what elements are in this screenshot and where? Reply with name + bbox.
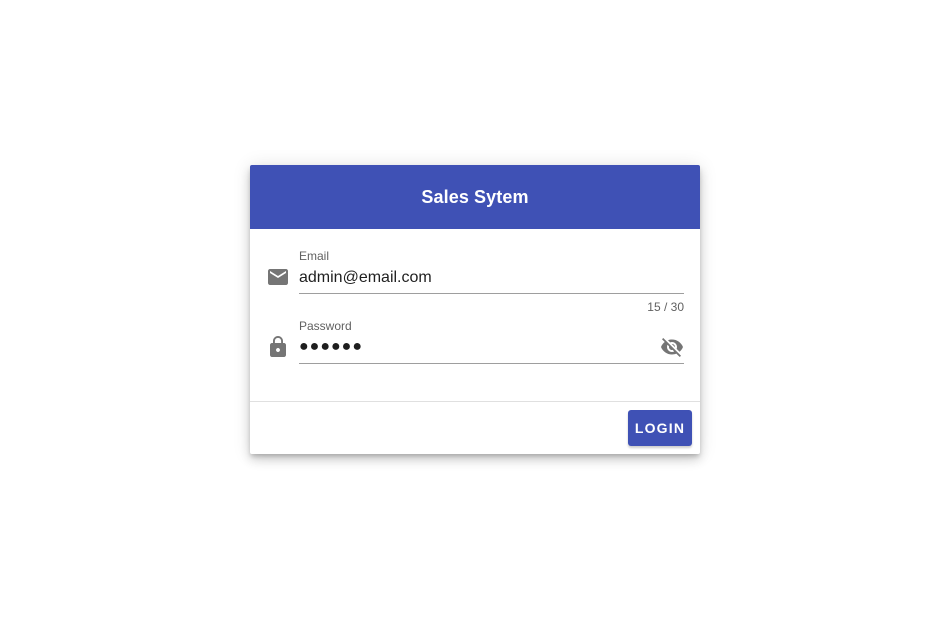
password-field-group: Password ●●●●●● <box>266 319 684 369</box>
password-field[interactable]: ●●●●●● <box>299 338 650 360</box>
email-field-group: Email 15 / 30 <box>266 249 684 315</box>
card-divider <box>250 401 700 402</box>
visibility-off-icon[interactable] <box>660 335 684 359</box>
email-icon <box>266 265 290 289</box>
lock-icon <box>266 335 290 359</box>
email-char-counter: 15 / 30 <box>647 300 684 314</box>
page-title: Sales Sytem <box>421 186 529 207</box>
email-field[interactable] <box>299 267 684 289</box>
email-underline <box>299 293 684 294</box>
password-underline <box>299 363 684 364</box>
password-label: Password <box>299 319 352 333</box>
email-label: Email <box>299 249 330 263</box>
login-card: Sales Sytem Email 15 / 30 Password ●●●●●… <box>250 165 700 454</box>
password-masked-value: ●●●●●● <box>299 338 363 355</box>
card-header: Sales Sytem <box>250 165 700 229</box>
login-button[interactable]: LOGIN <box>628 410 692 446</box>
